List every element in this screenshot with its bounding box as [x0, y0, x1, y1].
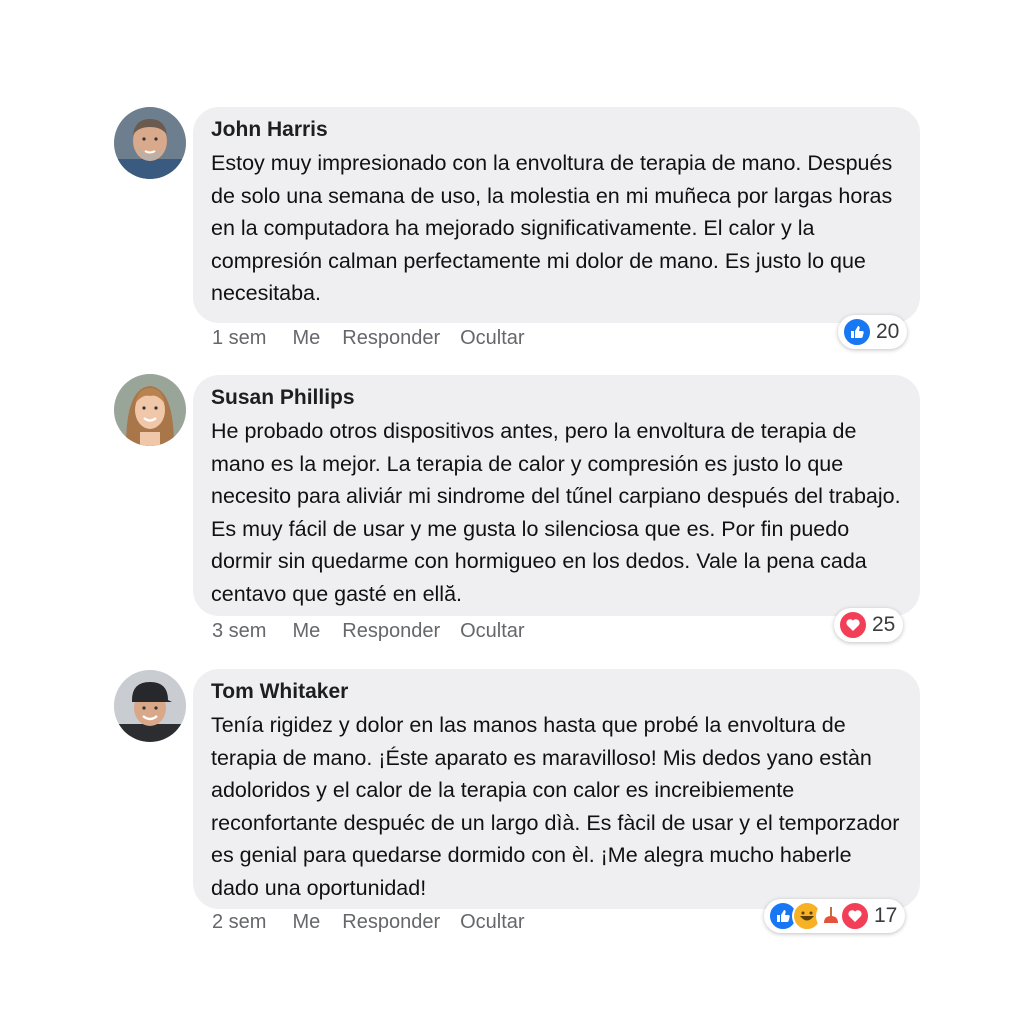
comment-time: 1 sem — [212, 327, 267, 349]
comment-actions: 2 sem Me Responder Ocultar — [212, 911, 525, 934]
avatar[interactable] — [114, 107, 186, 179]
hide-button[interactable]: Ocultar — [460, 911, 524, 934]
hide-button[interactable]: Ocultar — [460, 327, 524, 350]
comment-bubble: Tom Whitaker Tenía rigidez y dolor en la… — [193, 669, 920, 909]
comment-time: 3 sem — [212, 620, 267, 642]
reply-button[interactable]: Responder — [342, 327, 440, 350]
heart-icon — [838, 610, 868, 640]
avatar[interactable] — [114, 670, 186, 742]
comment-author[interactable]: John Harris — [211, 117, 902, 143]
comment-author[interactable]: Susan Phillips — [211, 385, 902, 411]
reaction-count: 20 — [876, 320, 900, 343]
like-action-button[interactable]: Me — [292, 327, 320, 350]
reaction-count: 17 — [874, 904, 898, 927]
like-icon — [842, 317, 872, 347]
reaction-summary[interactable]: 20 — [838, 315, 908, 349]
comment-time: 2 sem — [212, 911, 267, 933]
like-action-button[interactable]: Me — [292, 911, 320, 934]
heart-icon — [840, 901, 870, 931]
avatar[interactable] — [114, 374, 186, 446]
comment-author[interactable]: Tom Whitaker — [211, 679, 902, 705]
reply-button[interactable]: Responder — [342, 911, 440, 934]
reaction-summary[interactable]: 25 — [834, 608, 904, 642]
comment-text: Estoy muy impresionado con la envoltura … — [211, 151, 893, 305]
reaction-summary[interactable]: 17 — [764, 899, 906, 933]
hide-button[interactable]: Ocultar — [460, 620, 524, 643]
comment-text: He probado otros dispositivos antes, per… — [211, 419, 901, 606]
reaction-count: 25 — [872, 613, 896, 636]
comment-text: Tenía rigidez y dolor en las manos hasta… — [211, 713, 900, 900]
comment-actions: 1 sem Me Responder Ocultar — [212, 327, 525, 350]
reply-button[interactable]: Responder — [342, 620, 440, 643]
comment-actions: 3 sem Me Responder Ocultar — [212, 620, 525, 643]
comment-bubble: John Harris Estoy muy impresionado con l… — [193, 107, 920, 323]
comment-bubble: Susan Phillips He probado otros disposit… — [193, 375, 920, 616]
like-action-button[interactable]: Me — [292, 620, 320, 643]
